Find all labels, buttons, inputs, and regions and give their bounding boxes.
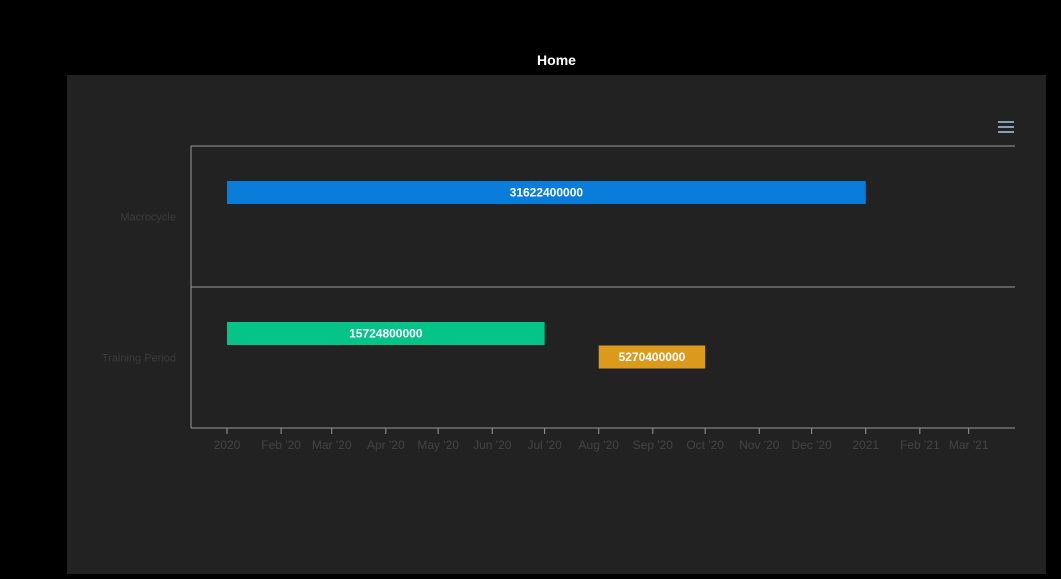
x-tick-label: Feb '21 bbox=[900, 438, 940, 452]
hamburger-menu-icon bbox=[998, 121, 1014, 123]
bar-data-label: 15724800000 bbox=[349, 327, 423, 341]
x-tick-label: Nov '20 bbox=[739, 438, 780, 452]
x-tick-label: May '20 bbox=[417, 438, 459, 452]
x-tick-label: Jul '20 bbox=[527, 438, 562, 452]
x-tick-label: Aug '20 bbox=[579, 438, 620, 452]
x-tick-label: Mar '21 bbox=[949, 438, 989, 452]
x-tick-label: Dec '20 bbox=[791, 438, 832, 452]
x-tick-label: Apr '20 bbox=[367, 438, 405, 452]
x-tick-label: 2020 bbox=[214, 438, 241, 452]
bar-data-label: 31622400000 bbox=[510, 186, 584, 200]
x-tick-label: Mar '20 bbox=[312, 438, 352, 452]
bar-data-label: 5270400000 bbox=[619, 350, 686, 364]
x-tick-label: 2021 bbox=[852, 438, 879, 452]
x-tick-label: Oct '20 bbox=[686, 438, 724, 452]
category-label: Macrocycle bbox=[120, 212, 176, 224]
x-tick-label: Sep '20 bbox=[633, 438, 674, 452]
x-tick-label: Jun '20 bbox=[473, 438, 512, 452]
menu-icon-line bbox=[998, 126, 1014, 128]
x-axis-ticks: 2020 Feb '20 Mar '20 Apr '20 May '20 Jun '20 J… bbox=[214, 428, 989, 452]
menu-icon-line bbox=[998, 131, 1014, 133]
category-labels: Macrocycle Training Period bbox=[102, 212, 176, 365]
chart-menu-button[interactable] bbox=[998, 121, 1016, 135]
gantt-chart: 2020 Feb '20 Mar '20 Apr '20 May '20 Jun '20 J… bbox=[102, 145, 1015, 452]
category-label: Training Period bbox=[102, 353, 176, 365]
x-tick-label: Feb '20 bbox=[261, 438, 301, 452]
chart-bars: 31622400000 15724800000 5270400000 bbox=[227, 181, 866, 369]
